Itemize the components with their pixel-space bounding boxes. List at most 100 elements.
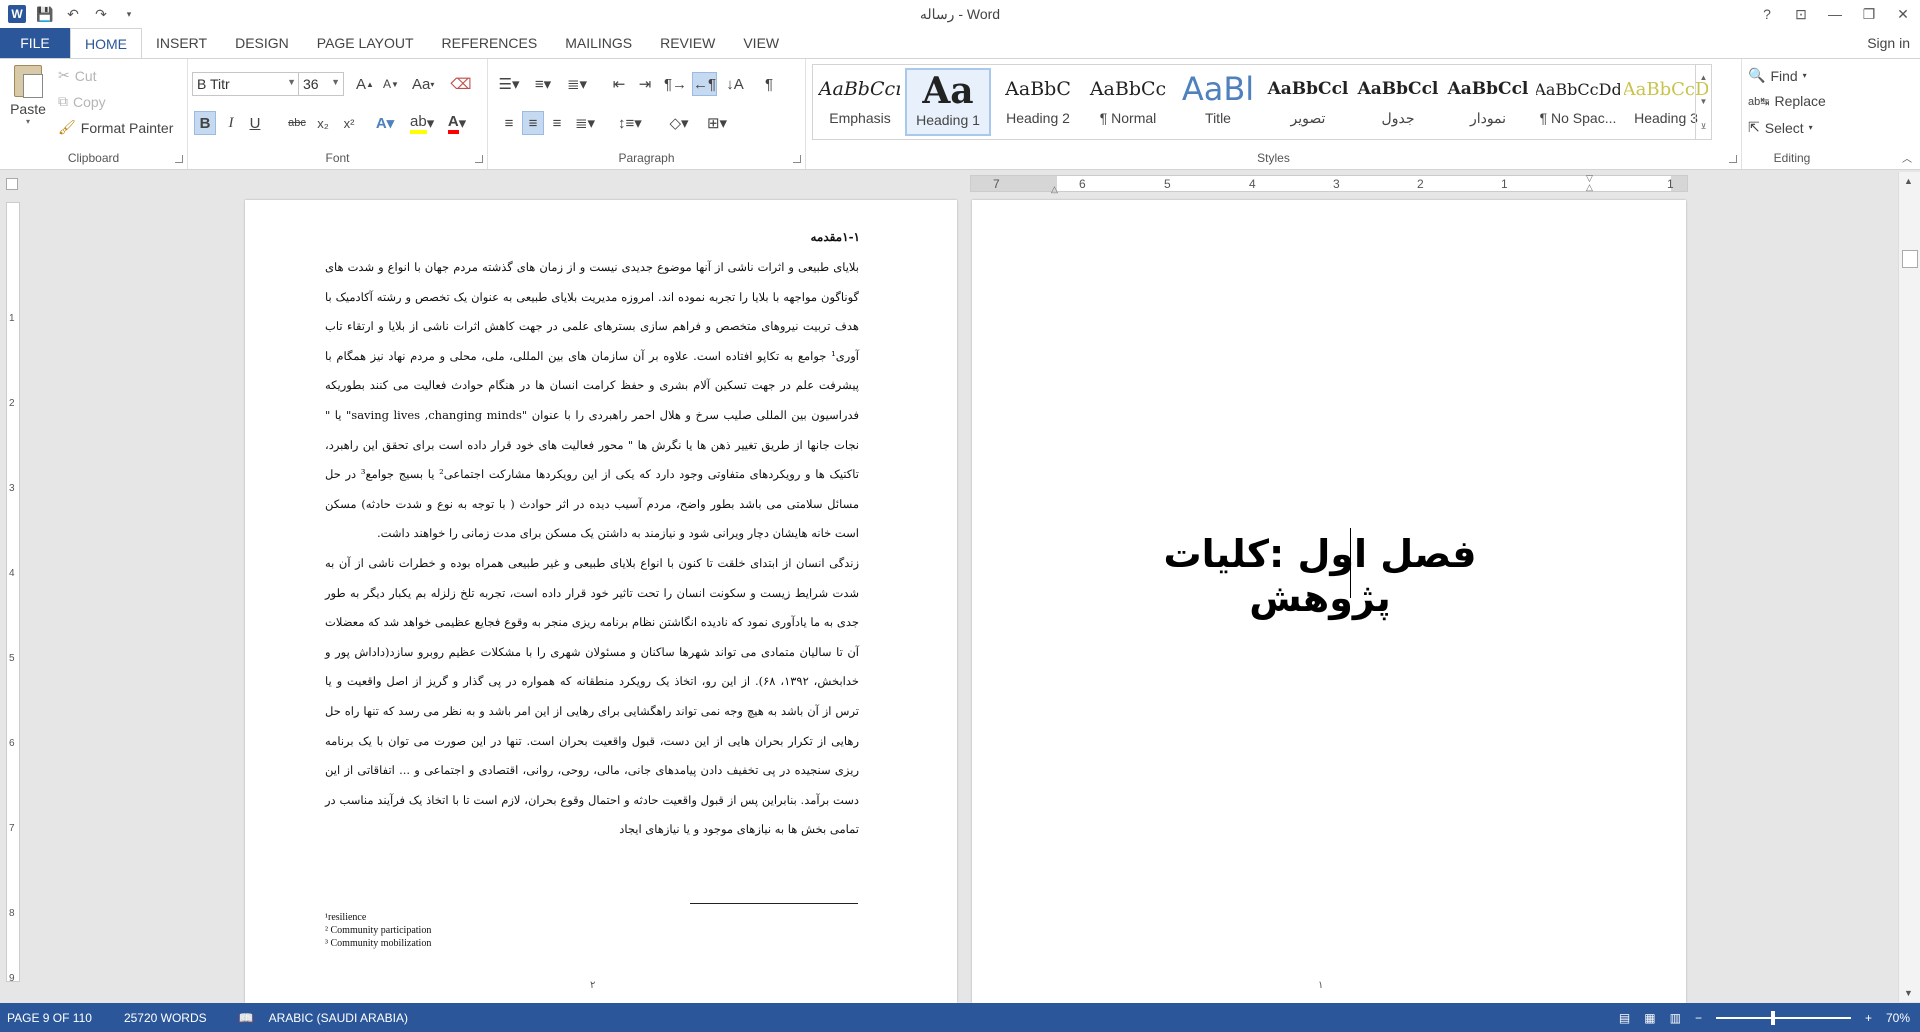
print-layout-icon[interactable]: ▦ xyxy=(1644,1011,1655,1025)
tab-page-layout[interactable]: PAGE LAYOUT xyxy=(303,28,428,58)
save-icon[interactable]: 💾 xyxy=(36,5,54,23)
style-emphasis[interactable]: AaBbCcı Emphasis xyxy=(817,68,903,136)
language-status[interactable]: ARABIC (SAUDI ARABIA) xyxy=(269,1011,408,1025)
tab-home[interactable]: HOME xyxy=(70,28,142,59)
bold-button[interactable]: B xyxy=(194,111,216,135)
format-painter-button[interactable]: 🖌 Format Painter xyxy=(58,119,173,136)
gallery-more-icon[interactable]: ⊻ xyxy=(1701,122,1707,131)
undo-icon[interactable]: ↶ xyxy=(64,5,82,23)
paste-dropdown-icon[interactable]: ▾ xyxy=(26,117,30,126)
zoom-level[interactable]: 70% xyxy=(1886,1011,1910,1025)
align-right-icon[interactable]: ≡ xyxy=(546,111,568,135)
increase-indent-icon[interactable]: ⇥ xyxy=(634,72,656,96)
tab-references[interactable]: REFERENCES xyxy=(428,28,552,58)
scroll-thumb[interactable] xyxy=(1902,250,1918,268)
gallery-up-icon[interactable]: ▲ xyxy=(1700,73,1708,82)
rtl-direction-icon[interactable]: ←¶ xyxy=(692,72,718,96)
numbering-icon[interactable]: ≡▾ xyxy=(532,72,554,96)
collapse-ribbon-icon[interactable]: ︿ xyxy=(1902,150,1912,165)
tab-file[interactable]: FILE xyxy=(0,28,70,58)
cut-button[interactable]: ✂ Cut xyxy=(58,67,97,84)
font-size-dropdown-icon[interactable]: ▼ xyxy=(331,77,340,87)
gallery-down-icon[interactable]: ▼ xyxy=(1700,97,1708,106)
font-color-icon[interactable]: A ▾ xyxy=(446,111,468,135)
change-case-icon[interactable]: Aa ▾ xyxy=(412,72,434,96)
subscript-button[interactable]: x₂ xyxy=(312,111,334,135)
page-count-status[interactable]: PAGE 9 OF 110 xyxy=(7,1011,92,1025)
left-indent-marker-icon[interactable]: △ xyxy=(1051,184,1058,195)
show-formatting-icon[interactable]: ¶ xyxy=(758,72,780,96)
copy-button[interactable]: ⧉ Copy xyxy=(58,93,106,110)
borders-icon[interactable]: ⊞▾ xyxy=(706,111,728,135)
redo-icon[interactable]: ↷ xyxy=(92,5,110,23)
style-heading-2[interactable]: AaBbC Heading 2 xyxy=(995,68,1081,136)
font-launcher-icon[interactable] xyxy=(475,155,483,163)
multilevel-list-icon[interactable]: ≣▾ xyxy=(566,72,588,96)
font-name-box[interactable]: B Titr ▼ xyxy=(192,72,300,96)
tab-insert[interactable]: INSERT xyxy=(142,28,221,58)
select-dropdown-icon[interactable]: ▾ xyxy=(1809,123,1813,132)
style-image[interactable]: AaBbCcl تصویر xyxy=(1265,68,1351,136)
italic-button[interactable]: I xyxy=(220,111,242,135)
style-heading-1[interactable]: Aa Heading 1 xyxy=(905,68,991,136)
tab-design[interactable]: DESIGN xyxy=(221,28,303,58)
web-layout-icon[interactable]: ▥ xyxy=(1670,1011,1681,1025)
zoom-slider-knob[interactable] xyxy=(1770,1010,1775,1025)
minimize-button[interactable]: — xyxy=(1818,0,1852,28)
read-mode-icon[interactable]: ▤ xyxy=(1619,1011,1630,1025)
paste-button[interactable]: Paste ▾ xyxy=(8,65,48,135)
decrease-indent-icon[interactable]: ⇤ xyxy=(608,72,630,96)
text-effects-icon[interactable]: A▾ xyxy=(374,111,396,135)
styles-launcher-icon[interactable] xyxy=(1729,155,1737,163)
tab-view[interactable]: VIEW xyxy=(729,28,793,58)
sign-in-link[interactable]: Sign in xyxy=(1867,35,1910,51)
scroll-up-icon[interactable]: ▲ xyxy=(1904,176,1913,186)
shading-icon[interactable]: ◇▾ xyxy=(668,111,690,135)
superscript-button[interactable]: x² xyxy=(338,111,360,135)
style-normal[interactable]: AaBbCc ¶ Normal xyxy=(1085,68,1171,136)
scroll-down-icon[interactable]: ▼ xyxy=(1904,988,1913,998)
line-spacing-icon[interactable]: ↕≡▾ xyxy=(618,111,642,135)
paragraph-launcher-icon[interactable] xyxy=(793,155,801,163)
align-left-icon[interactable]: ≡ xyxy=(498,111,520,135)
justify-icon[interactable]: ≣▾ xyxy=(574,111,596,135)
find-button[interactable]: 🔍 Find ▾ xyxy=(1748,67,1807,84)
word-count-status[interactable]: 25720 WORDS xyxy=(124,1011,207,1025)
right-indent-marker-icon[interactable]: ▽ △ xyxy=(1586,174,1593,192)
chapter-title[interactable]: فصل اول :کلیات پژوهش xyxy=(1110,532,1530,620)
restore-button[interactable]: ❐ xyxy=(1852,0,1886,28)
customize-qat-icon[interactable]: ▾ xyxy=(120,5,138,23)
gallery-scroll[interactable]: ▲ ▼ ⊻ xyxy=(1695,65,1711,139)
vertical-scrollbar[interactable]: ▲ ▼ xyxy=(1898,172,1920,1002)
select-button[interactable]: ⇱ Select ▾ xyxy=(1748,119,1813,136)
align-center-icon[interactable]: ≡ xyxy=(522,111,544,135)
font-size-box[interactable]: 36 ▼ xyxy=(298,72,344,96)
highlight-icon[interactable]: ab ▾ xyxy=(410,111,434,135)
style-chart[interactable]: AaBbCcl نمودار xyxy=(1445,68,1531,136)
font-name-dropdown-icon[interactable]: ▼ xyxy=(287,77,296,87)
strikethrough-button[interactable]: abc xyxy=(286,111,308,135)
style-title[interactable]: AaBl Title xyxy=(1175,68,1261,136)
clear-formatting-icon[interactable]: ⌫ xyxy=(450,72,472,96)
sort-icon[interactable]: ↓A xyxy=(724,72,746,96)
zoom-in-icon[interactable]: + xyxy=(1865,1011,1872,1025)
word-logo-icon[interactable]: W xyxy=(8,5,26,23)
zoom-out-icon[interactable]: − xyxy=(1695,1011,1702,1025)
grow-font-icon[interactable]: A ▲ xyxy=(354,72,376,96)
underline-button[interactable]: U xyxy=(244,111,266,135)
style-table[interactable]: AaBbCcl جدول xyxy=(1355,68,1441,136)
replace-button[interactable]: ab↹ Replace xyxy=(1748,93,1826,109)
bullets-icon[interactable]: ☰▾ xyxy=(498,72,520,96)
tab-review[interactable]: REVIEW xyxy=(646,28,729,58)
document-body[interactable]: بلایای طبیعی و اثرات ناشی از آنها موضوع … xyxy=(325,253,859,845)
shrink-font-icon[interactable]: A ▼ xyxy=(380,72,402,96)
tab-mailings[interactable]: MAILINGS xyxy=(551,28,646,58)
proofing-icon[interactable]: 📖 xyxy=(239,1011,254,1025)
zoom-slider[interactable] xyxy=(1715,1010,1851,1025)
find-dropdown-icon[interactable]: ▾ xyxy=(1803,71,1807,80)
style-no-spacing[interactable]: AaBbCcDd ¶ No Spac... xyxy=(1535,68,1621,136)
help-button[interactable]: ? xyxy=(1750,0,1784,28)
tab-selector-icon[interactable] xyxy=(6,178,18,190)
close-button[interactable]: ✕ xyxy=(1886,0,1920,28)
ribbon-display-options-icon[interactable]: ⊡ xyxy=(1784,0,1818,28)
